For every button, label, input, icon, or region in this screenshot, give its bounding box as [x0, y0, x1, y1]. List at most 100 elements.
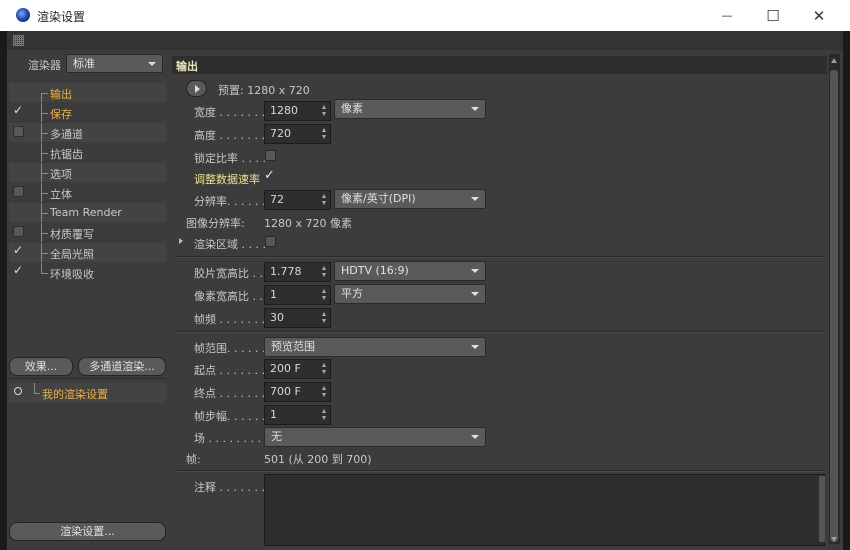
start-value: 200 F: [270, 362, 301, 375]
spinner-icon[interactable]: [322, 194, 327, 206]
lock-ratio-checkbox[interactable]: [265, 150, 276, 161]
fps-value: 30: [270, 311, 284, 324]
frame-range-dropdown[interactable]: 预览范围: [264, 337, 486, 357]
tree-item-checkmark-icon[interactable]: ✓: [13, 243, 23, 257]
tree-item[interactable]: Team Render: [9, 203, 166, 222]
tree-line: [41, 233, 48, 234]
film-aspect-input[interactable]: 1.778: [264, 262, 331, 282]
tree-line: [41, 133, 48, 134]
minimize-icon: —: [721, 9, 733, 22]
spinner-icon[interactable]: [322, 289, 327, 301]
chevron-down-icon: [471, 435, 479, 439]
frames-value: 501 (从 200 到 700): [264, 453, 372, 466]
film-aspect-dropdown[interactable]: HDTV (16:9): [334, 261, 486, 281]
tree-item-label: 环境吸收: [50, 268, 94, 281]
field-dropdown[interactable]: 无: [264, 427, 486, 447]
spinner-icon[interactable]: [322, 105, 327, 117]
film-aspect-value: 1.778: [270, 265, 302, 278]
scrollbar-thumb[interactable]: [830, 70, 838, 542]
chevron-down-icon: [471, 197, 479, 201]
tree-item-label: 材质覆写: [50, 228, 94, 241]
resolution-value: 72: [270, 193, 284, 206]
frame-step-input[interactable]: 1: [264, 405, 331, 425]
tree-line: [41, 153, 48, 154]
tree-line: [41, 273, 48, 274]
notes-scrollbar[interactable]: [819, 476, 825, 542]
toolbar-strip: [7, 31, 843, 50]
spinner-icon[interactable]: [322, 128, 327, 140]
spinner-icon[interactable]: [322, 266, 327, 278]
minimize-button[interactable]: —: [704, 0, 750, 31]
chevron-down-icon: [148, 62, 156, 66]
render-region-label: 渲染区域 . . . .: [194, 238, 266, 251]
tree-line: [41, 253, 48, 254]
unit-value: 像素: [341, 102, 363, 115]
width-value: 1280: [270, 104, 298, 117]
render-region-checkbox[interactable]: [265, 236, 276, 247]
left-separator: [9, 378, 166, 379]
tree-item[interactable]: 抗锯齿: [9, 143, 166, 162]
height-input[interactable]: 720: [264, 124, 331, 144]
my-render-setting-item[interactable]: 我的渲染设置: [9, 383, 166, 403]
height-label: 高度 . . . . . . .: [194, 129, 265, 142]
separator: [174, 332, 826, 333]
close-button[interactable]: ✕: [796, 0, 842, 31]
fps-input[interactable]: 30: [264, 308, 331, 328]
maximize-button[interactable]: ☐: [750, 0, 796, 31]
spinner-icon[interactable]: [322, 363, 327, 375]
preset-play-button[interactable]: [186, 80, 207, 97]
end-input[interactable]: 700 F: [264, 382, 331, 402]
tree-line: [41, 93, 42, 102]
start-input[interactable]: 200 F: [264, 359, 331, 379]
maximize-icon: ☐: [766, 6, 780, 25]
tree-item[interactable]: 选项: [9, 163, 166, 182]
tree-item[interactable]: ✓ 全局光照: [9, 243, 166, 262]
tree-item[interactable]: 输出: [9, 83, 166, 102]
pixel-aspect-input[interactable]: 1: [264, 285, 331, 305]
width-input[interactable]: 1280: [264, 101, 331, 121]
tree-item-checkbox[interactable]: [13, 126, 24, 137]
adjust-rate-checkbox[interactable]: ✓: [264, 168, 275, 183]
spinner-icon[interactable]: [322, 386, 327, 398]
close-icon: ✕: [812, 6, 826, 25]
pixel-aspect-dropdown[interactable]: 平方: [334, 284, 486, 304]
frame-step-value: 1: [270, 408, 277, 421]
separator: [174, 471, 826, 472]
resolution-input[interactable]: 72: [264, 190, 331, 210]
tree-item[interactable]: ✓ 保存: [9, 103, 166, 122]
chevron-down-icon: [471, 107, 479, 111]
multipass-render-button[interactable]: 多通道渲染...: [78, 357, 166, 376]
tree-item-checkbox[interactable]: [13, 226, 24, 237]
tree-item[interactable]: 多通道: [9, 123, 166, 142]
section-header: [172, 56, 827, 74]
render-settings-button[interactable]: 渲染设置...: [9, 522, 166, 541]
tree-item[interactable]: ✓ 环境吸收: [9, 263, 166, 282]
tree-item-checkmark-icon[interactable]: ✓: [13, 103, 23, 117]
scroll-up-icon[interactable]: [831, 58, 837, 63]
spinner-icon[interactable]: [322, 312, 327, 324]
image-resolution-value: 1280 x 720 像素: [264, 217, 352, 230]
tree-item[interactable]: 立体: [9, 183, 166, 202]
frame-range-label: 帧范围. . . . . .: [194, 342, 266, 355]
field-label: 场 . . . . . . . . .: [194, 432, 268, 445]
section-title: 输出: [176, 60, 198, 73]
tree-item-checkbox[interactable]: [13, 186, 24, 197]
tree-item-checkmark-icon[interactable]: ✓: [13, 263, 23, 277]
tree-item-label: Team Render: [50, 206, 122, 219]
spinner-icon[interactable]: [322, 409, 327, 421]
scroll-down-icon[interactable]: [831, 537, 837, 542]
tree-line: [41, 213, 48, 214]
renderer-dropdown[interactable]: 标准: [66, 54, 163, 73]
unit-dropdown[interactable]: 像素: [334, 99, 486, 119]
tree-item-label: 立体: [50, 188, 72, 201]
expand-arrow-icon[interactable]: [179, 238, 183, 244]
tree-item[interactable]: 材质覆写: [9, 223, 166, 242]
tree-item-label: 选项: [50, 168, 72, 181]
notes-textarea[interactable]: [264, 474, 825, 546]
effects-button[interactable]: 效果...: [9, 357, 73, 376]
pixel-aspect-label: 像素宽高比 . .: [194, 290, 263, 303]
resolution-label: 分辨率. . . . . .: [194, 195, 266, 208]
my-render-setting-label: 我的渲染设置: [42, 388, 108, 401]
panel-grip-icon[interactable]: [13, 35, 24, 46]
resolution-unit-dropdown[interactable]: 像素/英寸(DPI): [334, 189, 486, 209]
